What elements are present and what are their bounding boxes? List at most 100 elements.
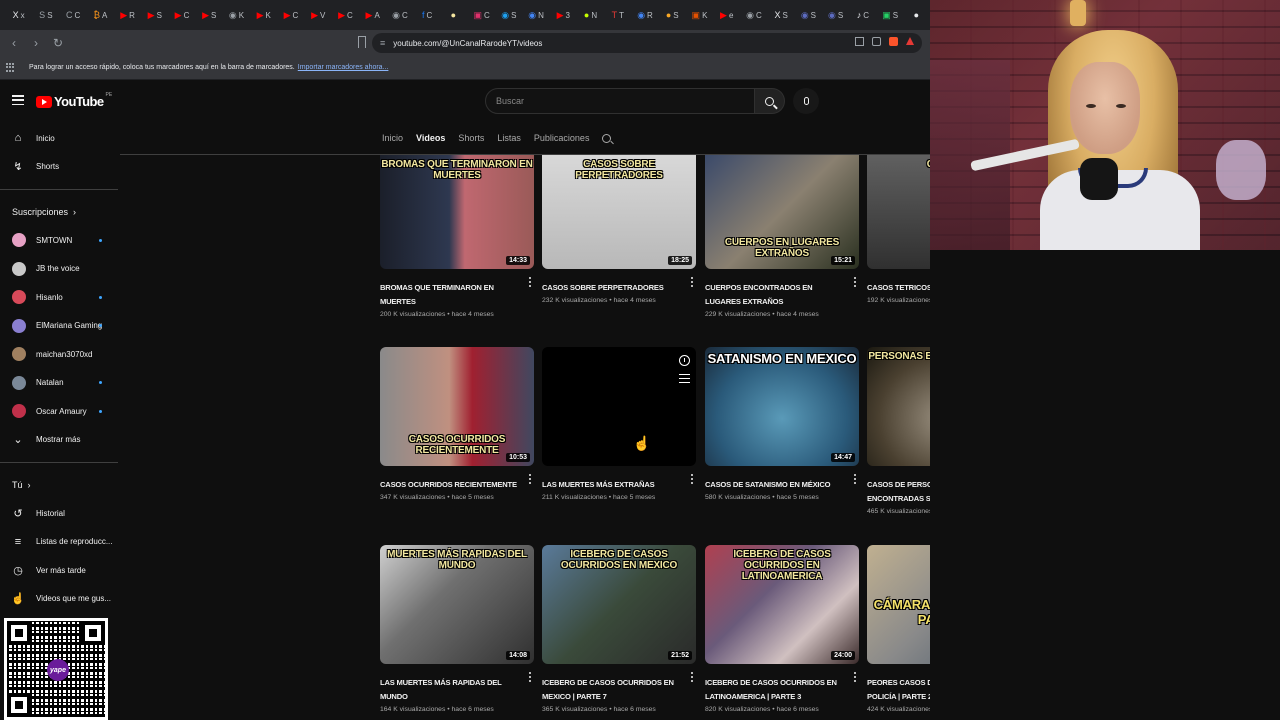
subscription-item[interactable]: Natalan <box>0 369 118 398</box>
browser-tab[interactable]: ● <box>442 4 467 26</box>
brave-icon[interactable] <box>889 37 898 46</box>
video-card[interactable]: CÁMARAS DE POLICÍA PARTE 210:11 PEORES CA… <box>867 545 930 713</box>
back-icon[interactable]: ‹ <box>6 35 22 51</box>
browser-tab[interactable]: ◉ C <box>387 4 412 26</box>
browser-tab[interactable]: ▶ C <box>169 4 194 26</box>
search-button[interactable] <box>755 88 785 114</box>
channel-search-icon[interactable] <box>602 133 612 143</box>
video-card[interactable]: BROMAS QUE TERMINARON EN MUERTES 14:33 BRO… <box>380 155 534 318</box>
video-card[interactable]: ICEBERG DE CASOS OCURRIDOS EN MEXICO 21:5… <box>542 545 696 713</box>
video-title[interactable]: ICEBERG DE CASOS OCURRIDOS EN LATINOAMER… <box>705 676 843 704</box>
video-title[interactable]: LAS MUERTES MÁS EXTRAÑAS <box>542 478 680 492</box>
tune-icon[interactable]: ≡ <box>380 38 385 48</box>
video-card[interactable]: CASOS SOBRE PERPETRADORES 18:25 CASOS SOBR… <box>542 155 696 304</box>
subscription-item[interactable]: Oscar Amaury <box>0 397 118 426</box>
video-card[interactable]: MUERTES MÁS RAPIDAS DEL MUNDO 14:08 LAS MU… <box>380 545 534 713</box>
video-thumbnail[interactable]: BROMAS QUE TERMINARON EN MUERTES 14:33 <box>380 155 534 269</box>
youtube-logo[interactable]: YouTube PE <box>36 92 112 109</box>
browser-tab[interactable]: ▶ V <box>306 4 331 26</box>
more-options-icon[interactable] <box>853 672 857 682</box>
browser-tab[interactable]: ◉ S <box>823 4 848 26</box>
tab-listas[interactable]: Listas <box>497 124 521 152</box>
reload-icon[interactable]: ↻ <box>50 35 66 51</box>
more-options-icon[interactable] <box>690 277 694 287</box>
browser-tab[interactable]: ▣ K <box>687 4 712 26</box>
tab-inicio[interactable]: Inicio <box>382 124 403 152</box>
video-thumbnail[interactable]: CASOS SOBRE PERPETRADORES 18:25 <box>542 155 696 269</box>
sidebar-item-playlists[interactable]: ≡ Listas de reproducc... <box>0 528 118 557</box>
more-options-icon[interactable] <box>690 672 694 682</box>
sidebar-item-shorts[interactable]: ↯ Shorts <box>0 153 118 182</box>
video-title[interactable]: CUERPOS ENCONTRADOS EN LUGARES EXTRAÑOS <box>705 281 843 309</box>
subscription-item[interactable]: JB the voice <box>0 255 118 284</box>
video-card[interactable]: CUERPOS EN LUGARES EXTRAÑOS 15:21 CUERPOS … <box>705 155 859 318</box>
video-title[interactable]: CASOS SOBRE PERPETRADORES <box>542 281 680 295</box>
voice-search-button[interactable] <box>793 88 819 114</box>
video-title[interactable]: BROMAS QUE TERMINARON EN MUERTES <box>380 281 518 309</box>
video-thumbnail[interactable]: ICEBERG DE CASOS OCURRIDOS EN MEXICO 21:5… <box>542 545 696 664</box>
browser-tab[interactable]: ▶ R <box>115 4 140 26</box>
add-to-queue-icon[interactable] <box>679 374 690 383</box>
browser-tab[interactable]: ₿ A <box>88 4 113 26</box>
forward-icon[interactable]: › <box>28 35 44 51</box>
subscription-item[interactable]: Hisanlo <box>0 283 118 312</box>
sidebar-item-watch-later[interactable]: ◷ Ver más tarde <box>0 556 118 585</box>
browser-tab[interactable]: ◉ N <box>523 4 548 26</box>
browser-tab[interactable]: XS <box>769 4 794 26</box>
subscription-item[interactable]: ElMariana Gaming <box>0 312 118 341</box>
browser-tab[interactable]: ▣ C <box>469 4 494 26</box>
video-thumbnail[interactable] <box>542 347 696 466</box>
browser-tab[interactable]: ◉ S <box>496 4 521 26</box>
browser-tab[interactable]: ▣ S <box>878 4 903 26</box>
video-card[interactable]: CASOS12:13 CASOS TETRICOS | PARTE 5 192 K … <box>867 155 930 304</box>
video-title[interactable]: LAS MUERTES MÁS RAPIDAS DEL MUNDO <box>380 676 518 704</box>
browser-tab[interactable]: ● N <box>578 4 603 26</box>
browser-tab[interactable]: ▶ e <box>714 4 739 26</box>
tab-publicaciones[interactable]: Publicaciones <box>534 124 590 152</box>
browser-tab[interactable]: ● <box>905 4 930 26</box>
video-thumbnail[interactable]: CASOS OCURRIDOS RECIENTEMENTE 10:53 <box>380 347 534 466</box>
browser-tab[interactable]: ◉ K <box>224 4 249 26</box>
browser-tab[interactable]: ▶ C <box>278 4 303 26</box>
you-heading[interactable]: Tú › <box>0 471 118 499</box>
video-thumbnail[interactable]: ICEBERG DE CASOS OCURRIDOS EN LATINOAMER… <box>705 545 859 664</box>
browser-tab[interactable]: Xx <box>6 4 31 26</box>
video-card[interactable]: LAS MUERTES MÁS EXTRAÑAS 211 K visualizac… <box>542 347 696 501</box>
video-title[interactable]: CASOS TETRICOS | PARTE 5 <box>867 281 930 295</box>
more-options-icon[interactable] <box>528 277 532 287</box>
sidebar-item-liked[interactable]: ☝ Videos que me gus... <box>0 585 118 614</box>
browser-tab[interactable]: ▶ S <box>142 4 167 26</box>
browser-tab[interactable]: SS <box>33 4 58 26</box>
browser-tab[interactable]: ▶ A <box>360 4 385 26</box>
browser-tab[interactable]: ◉ R <box>632 4 657 26</box>
browser-tab[interactable]: ▶ 3 <box>551 4 576 26</box>
video-thumbnail[interactable]: CASOS12:13 <box>867 155 930 269</box>
video-title[interactable]: ICEBERG DE CASOS OCURRIDOS EN MEXICO | P… <box>542 676 680 704</box>
show-more-button[interactable]: ⌄ Mostrar más <box>0 426 118 455</box>
sidebar-item-inicio[interactable]: ⌂ Inicio <box>0 124 118 153</box>
browser-tab[interactable]: ▶ C <box>333 4 358 26</box>
subscription-item[interactable]: maichan3070xd <box>0 340 118 369</box>
more-options-icon[interactable] <box>528 672 532 682</box>
cast-icon[interactable] <box>855 37 864 46</box>
browser-tab[interactable]: CC <box>60 4 85 26</box>
video-title[interactable]: CASOS DE PERSONAS ENCONTRADAS SIN VIDA <box>867 478 930 506</box>
browser-tab[interactable]: TT <box>605 4 630 26</box>
browser-tab[interactable]: ▶ S <box>197 4 222 26</box>
video-card[interactable]: CASOS OCURRIDOS RECIENTEMENTE 10:53 CASOS … <box>380 347 534 501</box>
more-options-icon[interactable] <box>690 474 694 484</box>
browser-tab[interactable]: ● S <box>660 4 685 26</box>
video-card[interactable]: ICEBERG DE CASOS OCURRIDOS EN LATINOAMER… <box>705 545 859 713</box>
video-thumbnail[interactable]: SATANISMO EN MEXICO 14:47 <box>705 347 859 466</box>
subscription-item[interactable]: SMTOWN <box>0 226 118 255</box>
tab-shorts[interactable]: Shorts <box>458 124 484 152</box>
subscriptions-heading[interactable]: Suscripciones › <box>0 198 118 226</box>
more-options-icon[interactable] <box>853 277 857 287</box>
video-title[interactable]: PEORES CASOS DE CÁMARAS DE POLICÍA | PAR… <box>867 676 930 704</box>
video-thumbnail[interactable]: PERSONAS ENCONTRADAS SIN VIDA11:46 <box>867 347 930 466</box>
sidebar-item-history[interactable]: ↺ Historial <box>0 499 118 528</box>
browser-tab[interactable]: ◉ S <box>796 4 821 26</box>
browser-tab[interactable]: ♪ C <box>850 4 875 26</box>
share-icon[interactable] <box>872 37 881 46</box>
tab-videos[interactable]: Videos <box>416 124 445 152</box>
